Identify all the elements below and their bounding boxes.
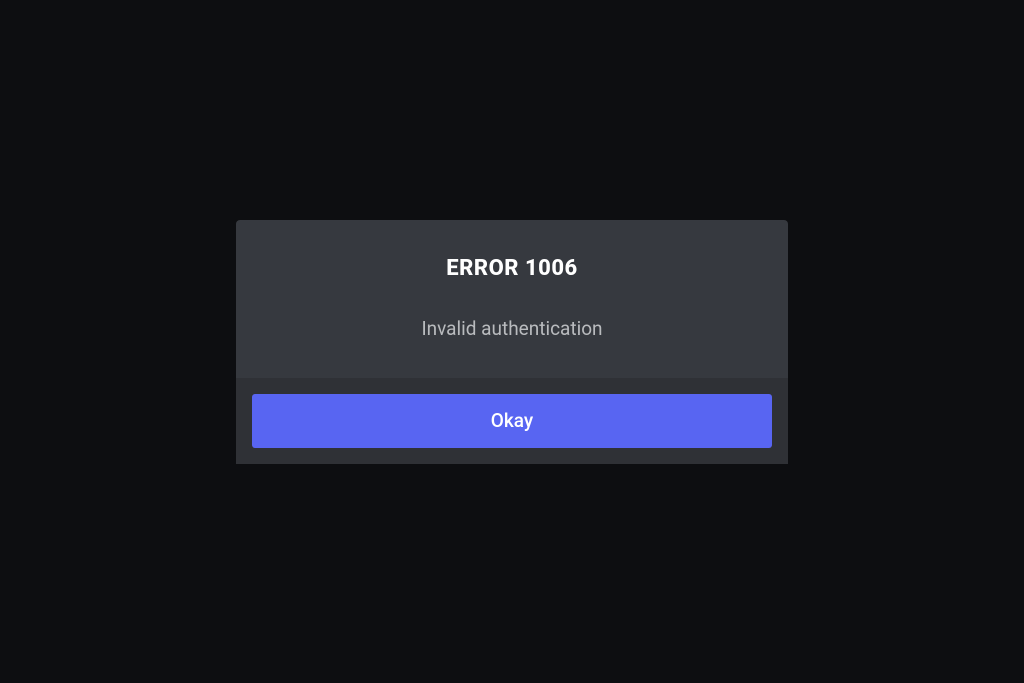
modal-content: ERROR 1006 Invalid authentication — [236, 220, 788, 378]
okay-button[interactable]: Okay — [252, 394, 772, 448]
error-modal: ERROR 1006 Invalid authentication Okay — [236, 220, 788, 464]
modal-footer: Okay — [236, 378, 788, 464]
modal-message: Invalid authentication — [256, 317, 768, 340]
modal-title: ERROR 1006 — [256, 256, 768, 281]
